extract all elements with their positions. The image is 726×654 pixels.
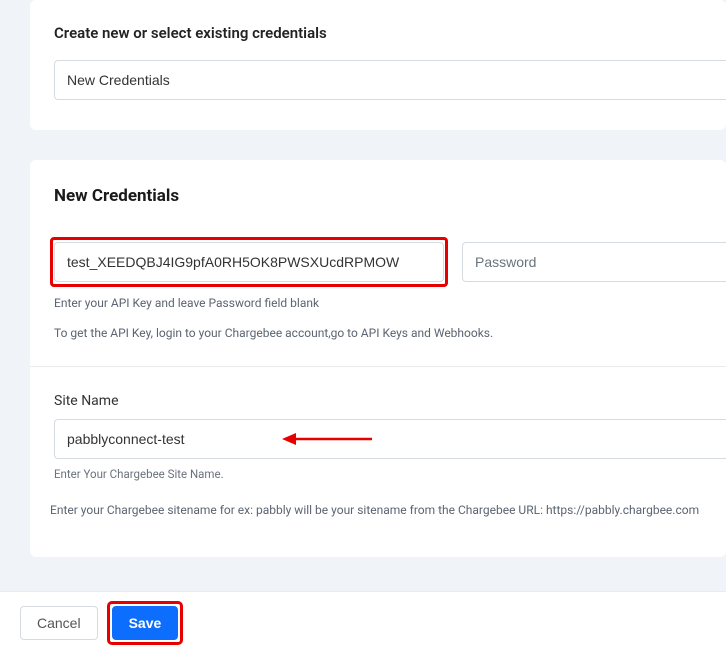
api-key-input[interactable] bbox=[54, 242, 444, 282]
footer-bar: Cancel Save bbox=[0, 591, 726, 654]
credentials-select-card: Create new or select existing credential… bbox=[30, 0, 726, 130]
api-key-hint2: To get the API Key, login to your Charge… bbox=[54, 326, 726, 340]
credentials-select-title: Create new or select existing credential… bbox=[54, 24, 726, 42]
cancel-button[interactable]: Cancel bbox=[20, 606, 98, 640]
credentials-select-input[interactable] bbox=[54, 60, 726, 100]
sitename-wrapper bbox=[54, 419, 726, 459]
api-key-wrapper bbox=[54, 242, 444, 282]
api-password-row bbox=[54, 242, 726, 282]
new-credentials-heading: New Credentials bbox=[54, 186, 726, 206]
save-button-wrapper: Save bbox=[112, 606, 179, 640]
section-divider bbox=[30, 366, 726, 367]
credentials-select-row bbox=[54, 60, 726, 100]
new-credentials-card: New Credentials Enter your API Key and l… bbox=[30, 160, 726, 557]
api-key-hint: Enter your API Key and leave Password fi… bbox=[54, 296, 726, 310]
sitename-input[interactable] bbox=[54, 419, 726, 459]
sitename-label: Site Name bbox=[54, 393, 726, 409]
sitename-hint: Enter Your Chargebee Site Name. bbox=[54, 467, 726, 481]
password-wrapper bbox=[462, 242, 726, 282]
save-button[interactable]: Save bbox=[112, 606, 179, 640]
password-input[interactable] bbox=[462, 242, 726, 282]
sitename-description: Enter your Chargebee sitename for ex: pa… bbox=[50, 503, 726, 517]
